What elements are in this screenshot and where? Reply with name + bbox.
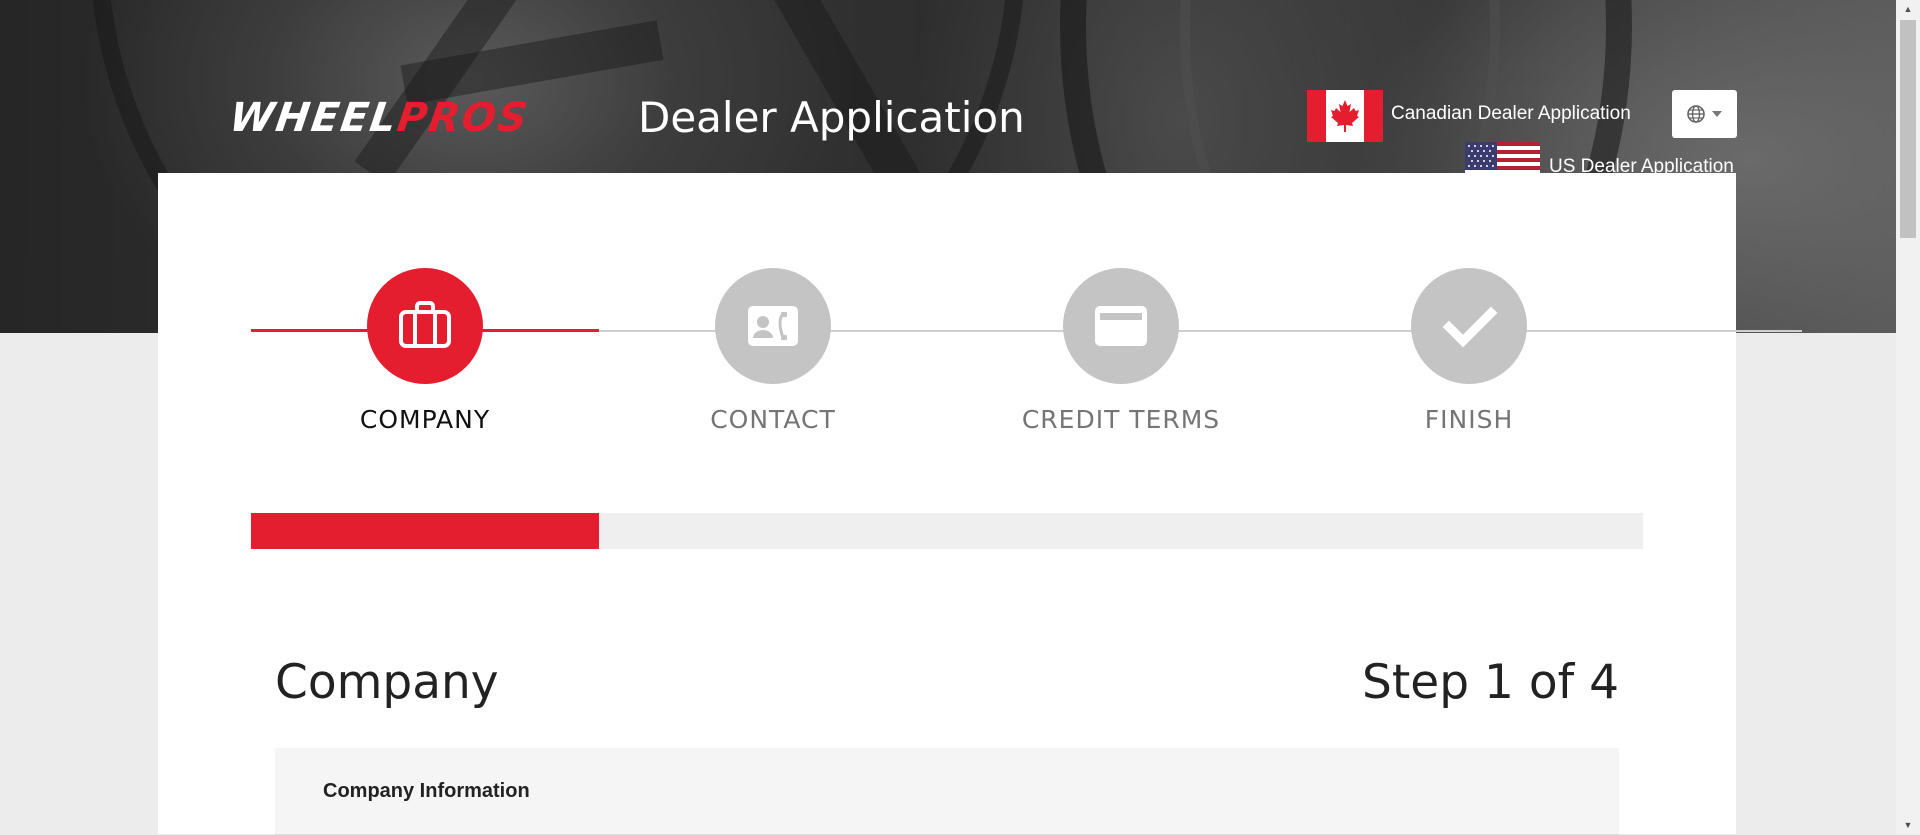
canada-flag-icon[interactable] bbox=[1307, 90, 1383, 142]
credit-card-icon bbox=[1095, 306, 1147, 346]
page-header-title: Dealer Application bbox=[638, 93, 1025, 142]
contact-card-icon bbox=[748, 306, 798, 346]
language-selector-button[interactable] bbox=[1672, 90, 1737, 138]
progress-bar-fill bbox=[251, 513, 599, 549]
progress-bar bbox=[251, 513, 1643, 549]
logo-wheel-text: WHEEL bbox=[226, 95, 401, 141]
step-contact[interactable]: CONTACT bbox=[673, 268, 873, 435]
checkmark-icon bbox=[1442, 306, 1498, 348]
chevron-down-icon bbox=[1712, 111, 1722, 117]
step-label: FINISH bbox=[1424, 405, 1514, 434]
scroll-up-arrow-icon[interactable]: ▲ bbox=[1896, 0, 1920, 18]
vertical-scrollbar[interactable]: ▲ ▼ bbox=[1896, 0, 1920, 834]
wheel-pros-logo[interactable]: WHEELPROS bbox=[226, 95, 532, 141]
step-label: COMPANY bbox=[359, 405, 491, 434]
step-counter: Step 1 of 4 bbox=[1362, 655, 1619, 710]
step-finish[interactable]: FINISH bbox=[1369, 268, 1569, 435]
globe-icon bbox=[1687, 105, 1705, 123]
logo-pros-text: PROS bbox=[394, 95, 532, 141]
maple-leaf-icon bbox=[1331, 100, 1359, 132]
scrollbar-thumb[interactable] bbox=[1900, 20, 1916, 238]
scroll-down-arrow-icon[interactable]: ▼ bbox=[1896, 816, 1920, 834]
briefcase-icon bbox=[399, 301, 451, 348]
step-label: CREDIT TERMS bbox=[1021, 405, 1221, 434]
us-dealer-application-link[interactable]: US Dealer Application bbox=[1549, 156, 1734, 178]
canadian-dealer-application-link[interactable]: Canadian Dealer Application bbox=[1391, 103, 1631, 125]
step-credit-terms[interactable]: CREDIT TERMS bbox=[1021, 268, 1221, 435]
application-card: COMPANY CONTACT CREDIT TERMS FINISH Comp… bbox=[158, 173, 1802, 835]
panel-heading: Company Information bbox=[323, 780, 530, 802]
company-information-panel: Company Information bbox=[275, 748, 1619, 835]
step-company[interactable]: COMPANY bbox=[325, 268, 525, 435]
section-title: Company bbox=[275, 655, 499, 710]
step-label: CONTACT bbox=[710, 405, 836, 434]
